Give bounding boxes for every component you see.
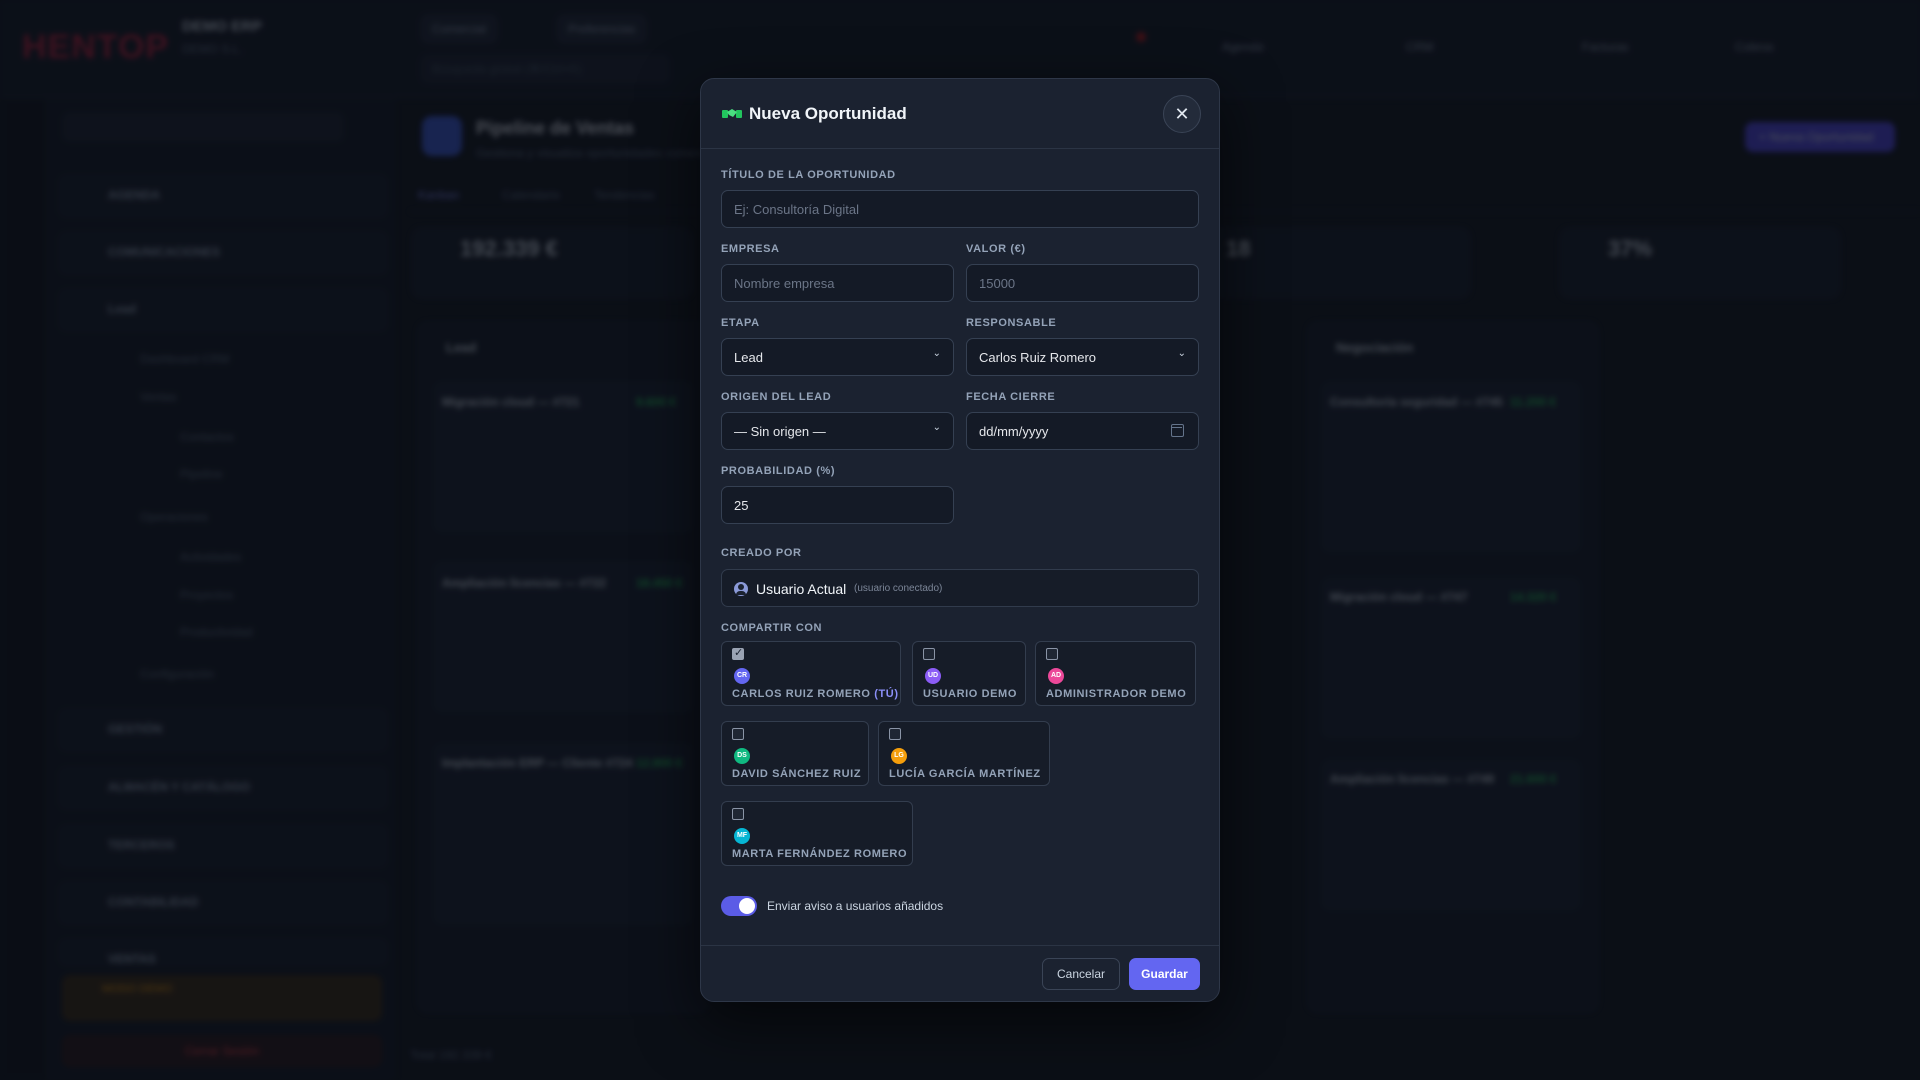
stage-label: ETAPA — [721, 317, 760, 329]
share-user-name: USUARIO DEMO — [923, 688, 1017, 700]
share-user-name: ADMINISTRADOR DEMO — [1046, 688, 1186, 700]
close-date-input[interactable]: dd/mm/yyyy — [966, 412, 1199, 450]
share-user-card[interactable]: LG LUCÍA GARCÍA MARTÍNEZ — [878, 721, 1050, 786]
created-by-label: CREADO POR — [721, 547, 802, 559]
share-user-card[interactable]: UD USUARIO DEMO — [912, 641, 1026, 706]
created-by-box: Usuario Actual (usuario conectado) — [721, 569, 1199, 607]
avatar: CR — [734, 668, 750, 684]
notify-toggle[interactable] — [721, 896, 757, 916]
cancel-button[interactable]: Cancelar — [1042, 958, 1120, 990]
company-label: EMPRESA — [721, 243, 780, 255]
save-button[interactable]: Guardar — [1129, 958, 1200, 990]
close-icon[interactable]: ✕ — [1163, 95, 1201, 133]
share-checkbox[interactable] — [732, 646, 744, 660]
owner-select[interactable]: Carlos Ruiz Romero ⌄ — [966, 338, 1199, 376]
avatar: DS — [734, 748, 750, 764]
close-date-label: FECHA CIERRE — [966, 391, 1056, 403]
share-user-name: LUCÍA GARCÍA MARTÍNEZ — [889, 768, 1041, 780]
created-by-note: (usuario conectado) — [854, 583, 943, 594]
company-input[interactable]: Nombre empresa — [721, 264, 954, 302]
origin-label: ORIGEN DEL LEAD — [721, 391, 832, 403]
stage-value: Lead — [734, 350, 763, 365]
title-label: TÍTULO DE LA OPORTUNIDAD — [721, 169, 896, 181]
chevron-down-icon: ⌄ — [932, 422, 941, 433]
origin-select[interactable]: — Sin origen — ⌄ — [721, 412, 954, 450]
created-by-name: Usuario Actual — [756, 581, 847, 597]
modal-title: Nueva Oportunidad — [749, 104, 907, 123]
notify-label: Enviar aviso a usuarios añadidos — [767, 899, 944, 913]
share-user-name-text: DAVID SÁNCHEZ RUIZ — [732, 768, 862, 780]
share-user-name-text: CARLOS RUIZ ROMERO — [732, 688, 871, 700]
share-user-you-tag: (TÚ) — [874, 688, 899, 700]
handshake-icon — [722, 109, 742, 118]
share-label: COMPARTIR CON — [721, 622, 823, 634]
share-user-name: DAVID SÁNCHEZ RUIZ — [732, 768, 861, 780]
probability-input[interactable]: 25 — [721, 486, 954, 524]
origin-value: — Sin origen — — [734, 424, 826, 439]
close-date-value: dd/mm/yyyy — [979, 424, 1049, 439]
avatar: MF — [734, 828, 750, 844]
share-user-name-text: ADMINISTRADOR DEMO — [1046, 688, 1187, 700]
user-circle-icon — [734, 582, 748, 596]
share-checkbox[interactable] — [732, 808, 744, 820]
calendar-icon[interactable] — [1171, 424, 1184, 437]
chevron-down-icon: ⌄ — [1177, 348, 1186, 359]
share-user-name-text: LUCÍA GARCÍA MARTÍNEZ — [889, 768, 1041, 780]
share-user-name-text: USUARIO DEMO — [923, 688, 1017, 700]
avatar: UD — [925, 668, 941, 684]
share-user-name: MARTA FERNÁNDEZ ROMERO — [732, 848, 907, 860]
share-user-card[interactable]: CR CARLOS RUIZ ROMERO (TÚ) — [721, 641, 901, 706]
avatar: LG — [891, 748, 907, 764]
share-user-card[interactable]: AD ADMINISTRADOR DEMO — [1035, 641, 1196, 706]
value-label: VALOR (€) — [966, 243, 1026, 255]
share-user-card[interactable]: MF MARTA FERNÁNDEZ ROMERO — [721, 801, 913, 866]
chevron-down-icon: ⌄ — [932, 348, 941, 359]
share-checkbox[interactable] — [923, 648, 935, 660]
owner-label: RESPONSABLE — [966, 317, 1057, 329]
share-checkbox[interactable] — [889, 728, 901, 740]
modal-header: Nueva Oportunidad ✕ — [701, 79, 1219, 149]
share-user-card[interactable]: DS DAVID SÁNCHEZ RUIZ — [721, 721, 869, 786]
share-user-name: CARLOS RUIZ ROMERO (TÚ) — [732, 688, 899, 700]
share-checkbox[interactable] — [1046, 648, 1058, 660]
title-input[interactable]: Ej: Consultoría Digital — [721, 190, 1199, 228]
stage-select[interactable]: Lead ⌄ — [721, 338, 954, 376]
share-user-name-text: MARTA FERNÁNDEZ ROMERO — [732, 848, 908, 860]
modal-footer-divider — [701, 945, 1219, 946]
probability-label: PROBABILIDAD (%) — [721, 465, 836, 477]
owner-value: Carlos Ruiz Romero — [979, 350, 1097, 365]
value-input[interactable]: 15000 — [966, 264, 1199, 302]
avatar: AD — [1048, 668, 1064, 684]
new-opportunity-modal: Nueva Oportunidad ✕ TÍTULO DE LA OPORTUN… — [700, 78, 1220, 1002]
share-checkbox[interactable] — [732, 728, 744, 740]
